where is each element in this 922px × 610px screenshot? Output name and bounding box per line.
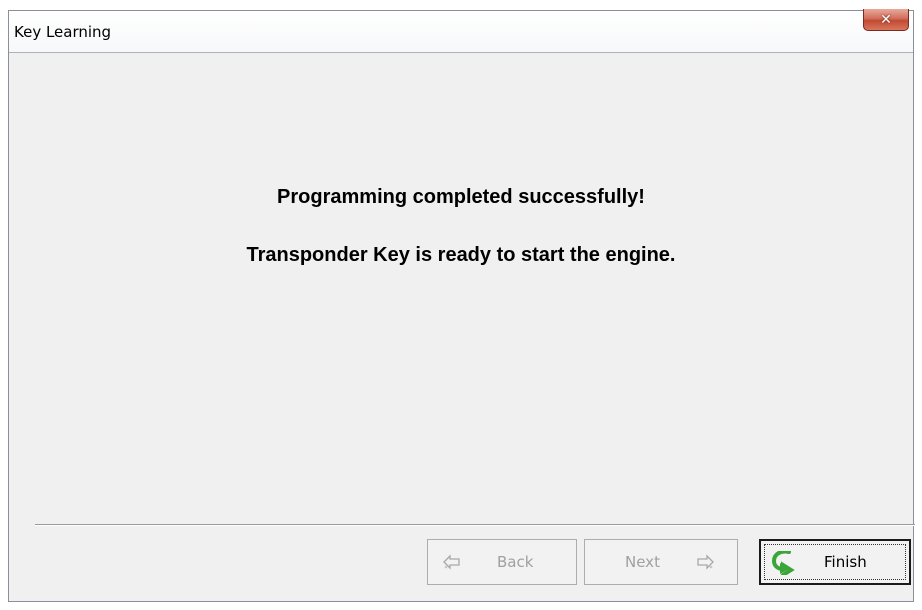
title-bar[interactable]: Key Learning ✕: [9, 9, 913, 53]
close-icon: ✕: [880, 11, 892, 28]
back-label: Back: [497, 553, 534, 571]
finish-button[interactable]: Finish: [759, 539, 911, 585]
next-button[interactable]: Next: [584, 539, 738, 585]
next-arrow-icon: [695, 553, 715, 575]
button-separator: [35, 524, 915, 526]
content-area: Programming completed successfully! Tran…: [9, 53, 913, 533]
window-title: Key Learning: [14, 23, 112, 41]
success-message: Programming completed successfully!: [277, 186, 645, 208]
ready-message: Transponder Key is ready to start the en…: [246, 244, 676, 266]
key-learning-dialog: Key Learning ✕ Programming completed suc…: [8, 9, 915, 602]
finish-button-focus-rect: Finish: [764, 544, 906, 580]
finish-arrow-icon: [769, 549, 795, 579]
next-label: Next: [625, 553, 660, 571]
close-button[interactable]: ✕: [863, 9, 909, 31]
back-arrow-icon: [442, 553, 462, 575]
back-button[interactable]: Back: [427, 539, 577, 585]
finish-label: Finish: [824, 553, 867, 571]
